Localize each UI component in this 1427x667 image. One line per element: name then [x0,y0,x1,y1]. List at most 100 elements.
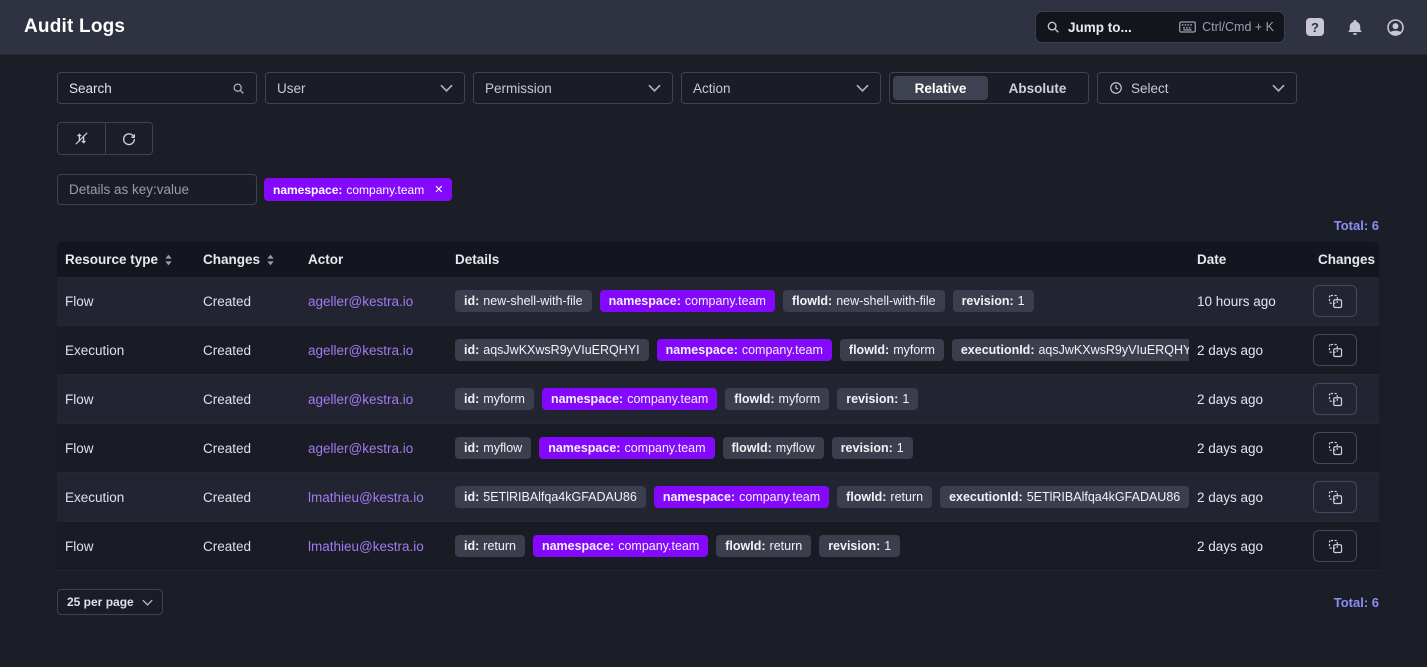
detail-badge-executionId: executionId:5ETlRIBAlfqa4kGFADAU86 [940,486,1189,508]
sort-icon[interactable] [266,254,275,266]
notifications-button[interactable] [1345,17,1365,37]
table-header-row: Resource type Changes Actor Details Date… [57,242,1379,277]
view-changes-button[interactable] [1313,334,1357,366]
date-cell: 2 days ago [1189,441,1289,456]
resource-type-cell: Execution [57,343,195,358]
actor-link[interactable]: ageller@kestra.io [300,294,447,309]
table-row[interactable]: Execution Created lmathieu@kestra.io id:… [57,473,1379,522]
time-range-label: Select [1131,81,1169,96]
table-row[interactable]: Flow Created lmathieu@kestra.io id:retur… [57,522,1379,571]
diff-compare-icon [1327,293,1344,310]
clock-icon [1109,81,1123,95]
user-filter-dropdown[interactable]: User [265,72,465,104]
search-placeholder: Search [69,81,112,96]
actor-link[interactable]: ageller@kestra.io [300,343,447,358]
search-icon [1046,20,1060,34]
changes-cell: Created [195,392,300,407]
table-row[interactable]: Execution Created ageller@kestra.io id:a… [57,326,1379,375]
remove-tag-icon[interactable]: ✕ [434,183,443,196]
detail-badge-flowId: flowId:myform [725,388,829,410]
detail-badge-revision: revision:1 [819,535,900,557]
chevron-down-icon [1272,84,1285,92]
actor-link[interactable]: lmathieu@kestra.io [300,539,447,554]
view-changes-button[interactable] [1313,530,1357,562]
absolute-toggle-button[interactable]: Absolute [990,76,1085,100]
jump-to-placeholder: Jump to... [1068,20,1132,35]
diff-compare-icon [1327,391,1344,408]
search-icon [232,82,245,95]
detail-badge-namespace: namespace:company.team [600,290,775,312]
help-button[interactable]: ? [1305,17,1325,37]
detail-badge-id: id:return [455,535,525,557]
detail-badge-namespace: namespace:company.team [539,437,714,459]
sort-icon[interactable] [164,254,173,266]
detail-badge-revision: revision:1 [953,290,1034,312]
page-title: Audit Logs [24,16,125,38]
jump-to-search[interactable]: Jump to... Ctrl/Cmd + K [1035,11,1285,43]
detail-badge-flowId: flowId:return [716,535,811,557]
topbar: Audit Logs Jump to... Ctrl/Cmd + K ? [0,0,1427,55]
jump-to-shortcut: Ctrl/Cmd + K [1202,20,1274,34]
header-changes[interactable]: Changes [195,252,300,267]
detail-badge-flowId: flowId:return [837,486,932,508]
detail-badge-flowId: flowId:myform [840,339,944,361]
details-key-value-input[interactable]: Details as key:value [57,174,257,205]
active-filter-tag[interactable]: namespace: company.team ✕ [264,178,452,201]
detail-badge-namespace: namespace:company.team [542,388,717,410]
table-row[interactable]: Flow Created ageller@kestra.io id:new-sh… [57,277,1379,326]
help-icon: ? [1306,18,1324,36]
header-resource-type[interactable]: Resource type [57,252,195,267]
per-page-select[interactable]: 25 per page [57,589,163,615]
diff-compare-icon [1327,342,1344,359]
date-cell: 2 days ago [1189,343,1289,358]
detail-badge-flowId: flowId:myflow [723,437,824,459]
detail-badge-id: id:new-shell-with-file [455,290,592,312]
chevron-down-icon [648,84,661,92]
actor-link[interactable]: lmathieu@kestra.io [300,490,447,505]
table-body: Flow Created ageller@kestra.io id:new-sh… [57,277,1379,571]
footer-total: Total: 6 [1334,595,1379,610]
user-filter-label: User [277,81,306,96]
changes-cell: Created [195,490,300,505]
detail-badge-revision: revision:1 [837,388,918,410]
time-mode-toggle: Relative Absolute [889,72,1089,104]
detail-badge-id: id:aqsJwKXwsR9yVIuERQHYI [455,339,649,361]
time-range-dropdown[interactable]: Select [1097,72,1297,104]
filter-off-icon [73,130,90,147]
refresh-button[interactable] [105,123,152,154]
view-changes-button[interactable] [1313,383,1357,415]
search-input[interactable]: Search [57,72,257,104]
table-row[interactable]: Flow Created ageller@kestra.io id:myform… [57,375,1379,424]
actor-link[interactable]: ageller@kestra.io [300,441,447,456]
date-cell: 2 days ago [1189,539,1289,554]
clear-filters-button[interactable] [58,123,105,154]
detail-badge-namespace: namespace:company.team [533,535,708,557]
detail-badge-id: id:myform [455,388,534,410]
table-footer: 25 per page Total: 6 [57,589,1379,615]
tag-value: company.team [346,183,424,197]
date-cell: 2 days ago [1189,392,1289,407]
filter-actions-group [57,122,153,155]
details-cell: id:myform namespace:company.team flowId:my… [447,388,1189,410]
view-changes-button[interactable] [1313,285,1357,317]
view-changes-button[interactable] [1313,432,1357,464]
detail-badge-revision: revision:1 [832,437,913,459]
account-button[interactable] [1385,17,1405,37]
actor-link[interactable]: ageller@kestra.io [300,392,447,407]
diff-compare-icon [1327,440,1344,457]
resource-type-cell: Flow [57,539,195,554]
detail-badge-id: id:5ETlRIBAlfqa4kGFADAU86 [455,486,646,508]
table-row[interactable]: Flow Created ageller@kestra.io id:myflow… [57,424,1379,473]
resource-type-cell: Flow [57,441,195,456]
action-filter-dropdown[interactable]: Action [681,72,881,104]
keyboard-icon [1179,21,1196,33]
refresh-icon [121,131,137,147]
permission-filter-dropdown[interactable]: Permission [473,72,673,104]
user-avatar-icon [1386,18,1405,37]
date-cell: 10 hours ago [1189,294,1289,309]
resource-type-cell: Flow [57,294,195,309]
detail-badge-flowId: flowId:new-shell-with-file [783,290,945,312]
view-changes-button[interactable] [1313,481,1357,513]
relative-toggle-button[interactable]: Relative [893,76,988,100]
per-page-label: 25 per page [67,595,134,609]
